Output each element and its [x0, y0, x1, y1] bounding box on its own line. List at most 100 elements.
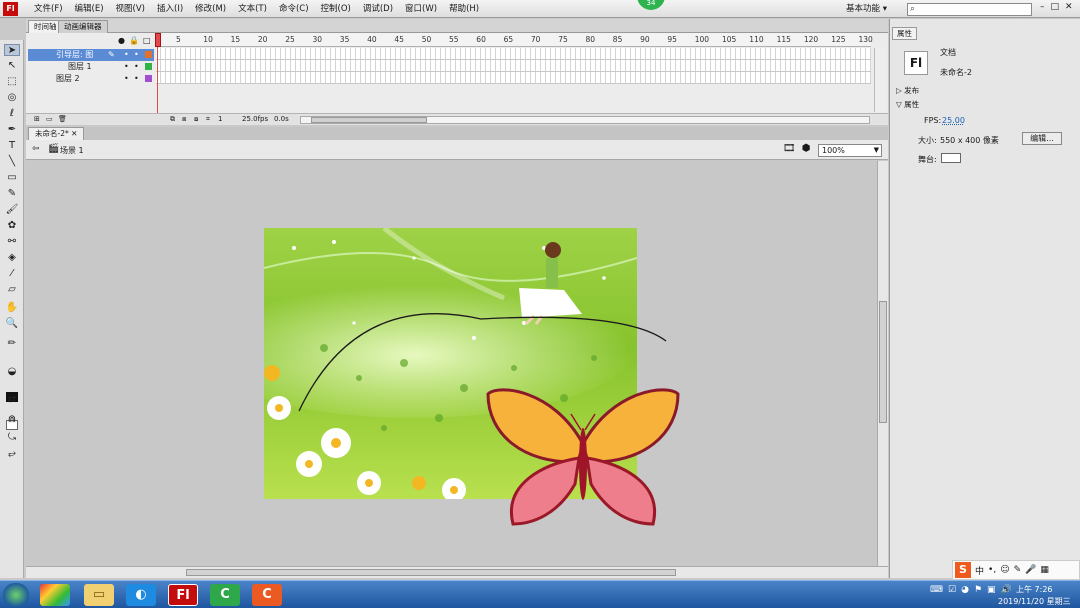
zoom-tool-icon[interactable]: 🔍: [5, 318, 19, 330]
pencil-tool-icon[interactable]: ✎: [5, 188, 19, 200]
fps-value[interactable]: 25.00: [942, 116, 965, 125]
frame-row[interactable]: [156, 60, 871, 72]
flash-logo-icon[interactable]: Fl: [3, 2, 18, 16]
section-properties[interactable]: ▽ 属性: [896, 99, 919, 110]
flash-taskbar-icon[interactable]: Fl: [168, 584, 198, 606]
eyedropper-tool-icon[interactable]: ⁄: [5, 268, 19, 280]
visible-dot-icon[interactable]: •: [124, 73, 129, 85]
close-icon[interactable]: ✕: [1065, 2, 1073, 12]
eraser-tool-icon[interactable]: ▱: [5, 284, 19, 296]
swap-colors-icon[interactable]: ⇄: [5, 394, 19, 406]
outline-icon[interactable]: □: [143, 36, 151, 45]
frame-row[interactable]: [156, 72, 871, 84]
tray-flag-icon[interactable]: ⚑: [974, 585, 982, 595]
menu-help[interactable]: 帮助(H): [443, 0, 485, 18]
layer-color-swatch[interactable]: [145, 63, 152, 70]
layer-color-swatch[interactable]: [145, 75, 152, 82]
onion-skin-icon[interactable]: ⧉: [170, 114, 175, 125]
edit-multiple-icon[interactable]: ⧇: [194, 114, 198, 125]
emoji-icon[interactable]: ☺: [1000, 565, 1009, 575]
stage-hscroll[interactable]: [26, 566, 888, 578]
camtasia-orange-icon[interactable]: C: [252, 584, 282, 606]
stage-vscroll[interactable]: [877, 161, 888, 566]
lock-dot-icon[interactable]: •: [134, 61, 139, 73]
layer-row-1[interactable]: 图层 1 • •: [28, 61, 154, 73]
menu-view[interactable]: 视图(V): [110, 0, 151, 18]
delete-layer-icon[interactable]: 🗑: [58, 114, 67, 125]
section-publish[interactable]: ▷ 发布: [896, 85, 919, 96]
start-button-icon[interactable]: [3, 583, 29, 607]
clock-date[interactable]: 2019/11/20 星期三: [998, 596, 1071, 607]
timeline-vscroll[interactable]: [874, 48, 886, 112]
punctuation-icon[interactable]: •,: [988, 565, 996, 575]
menu-commands[interactable]: 命令(C): [273, 0, 315, 18]
layer-color-swatch[interactable]: [145, 51, 152, 58]
maximize-icon[interactable]: □: [1051, 2, 1060, 12]
menu-insert[interactable]: 插入(I): [151, 0, 189, 18]
menu-edit[interactable]: 编辑(E): [69, 0, 110, 18]
fill-color-icon[interactable]: ◒: [5, 366, 19, 378]
menu-text[interactable]: 文本(T): [232, 0, 273, 18]
ime-menu-icon[interactable]: ▦: [1040, 565, 1049, 575]
frame-grid[interactable]: [156, 48, 871, 84]
line-tool-icon[interactable]: ╲: [5, 156, 19, 168]
new-folder-icon[interactable]: ▭: [46, 114, 53, 125]
frame-ruler[interactable]: 5 10 15 20 25 30 35 40 45 50 55 60 65 70 75 80 85 90 95 100…: [156, 33, 873, 47]
scroll-thumb[interactable]: [186, 569, 676, 576]
free-transform-tool-icon[interactable]: ⬚: [5, 76, 19, 88]
menu-control[interactable]: 控制(O): [315, 0, 357, 18]
tray-keyboard-icon[interactable]: ⌨: [930, 585, 943, 595]
close-tab-icon[interactable]: ✕: [71, 129, 77, 138]
frame-row[interactable]: [156, 48, 871, 60]
tray-volume-icon[interactable]: 🔊: [1001, 585, 1012, 595]
show-hide-icon[interactable]: ●: [118, 36, 125, 45]
back-arrow-icon[interactable]: ⇦: [32, 144, 40, 154]
rectangle-tool-icon[interactable]: ▭: [5, 172, 19, 184]
text-tool-icon[interactable]: T: [5, 140, 19, 152]
new-layer-icon[interactable]: ⊞: [34, 114, 40, 125]
straighten-icon[interactable]: ⥂: [5, 448, 19, 460]
edit-size-button[interactable]: 编辑...: [1022, 132, 1062, 145]
mic-icon[interactable]: 🎤: [1025, 565, 1036, 575]
tab-properties[interactable]: 属性: [892, 27, 917, 40]
ime-pen-icon[interactable]: ✎: [1014, 565, 1022, 575]
edit-symbols-icon[interactable]: ⬢: [802, 143, 811, 154]
minimize-icon[interactable]: –: [1040, 2, 1045, 12]
layer-row-guide[interactable]: 引导层: 图 ✎ • •: [28, 49, 154, 61]
folder-icon[interactable]: ▭: [84, 584, 114, 606]
subselection-tool-icon[interactable]: ↖: [5, 60, 19, 72]
snap-to-objects-icon[interactable]: ⋒: [5, 414, 19, 426]
paint-bucket-tool-icon[interactable]: ◈: [5, 252, 19, 264]
tray-check-icon[interactable]: ☑: [948, 585, 956, 595]
tab-motion-editor[interactable]: 动画编辑器: [58, 20, 108, 33]
sogou-ime-icon[interactable]: S: [955, 562, 971, 578]
lasso-tool-icon[interactable]: ℓ: [5, 108, 19, 120]
selection-tool-icon[interactable]: ➤: [4, 44, 20, 56]
camtasia-green-icon[interactable]: C: [210, 584, 240, 606]
scene-label[interactable]: 场景 1: [60, 145, 84, 156]
layer-row-2[interactable]: 图层 2 • •: [28, 73, 154, 85]
zoom-select[interactable]: 100% ▼: [818, 144, 882, 157]
lock-icon[interactable]: 🔒: [129, 36, 139, 45]
hand-tool-icon[interactable]: ✋: [5, 302, 19, 314]
visible-dot-icon[interactable]: •: [124, 61, 129, 73]
menu-debug[interactable]: 调试(D): [357, 0, 399, 18]
edit-scene-icon[interactable]: 🎞: [783, 143, 796, 154]
browser-icon[interactable]: ◐: [126, 584, 156, 606]
visible-dot-icon[interactable]: •: [124, 49, 129, 61]
color-app-icon[interactable]: [40, 584, 70, 606]
search-input[interactable]: ⌕: [907, 3, 1032, 16]
lock-dot-icon[interactable]: •: [134, 73, 139, 85]
tray-app-icon[interactable]: ◕: [961, 585, 969, 595]
chinese-mode-icon[interactable]: 中: [975, 564, 984, 577]
smooth-icon[interactable]: ⤿: [5, 432, 19, 444]
timeline-hscroll[interactable]: [300, 116, 870, 124]
menu-modify[interactable]: 修改(M): [189, 0, 232, 18]
tray-network-icon[interactable]: ▣: [987, 585, 996, 595]
brush-tool-icon[interactable]: 🖌: [5, 204, 19, 216]
stage-color-swatch[interactable]: [941, 153, 961, 163]
menu-window[interactable]: 窗口(W): [399, 0, 443, 18]
lock-dot-icon[interactable]: •: [134, 49, 139, 61]
pen-tool-icon[interactable]: ✒: [5, 124, 19, 136]
onion-markers-icon[interactable]: ⌗: [206, 114, 210, 125]
